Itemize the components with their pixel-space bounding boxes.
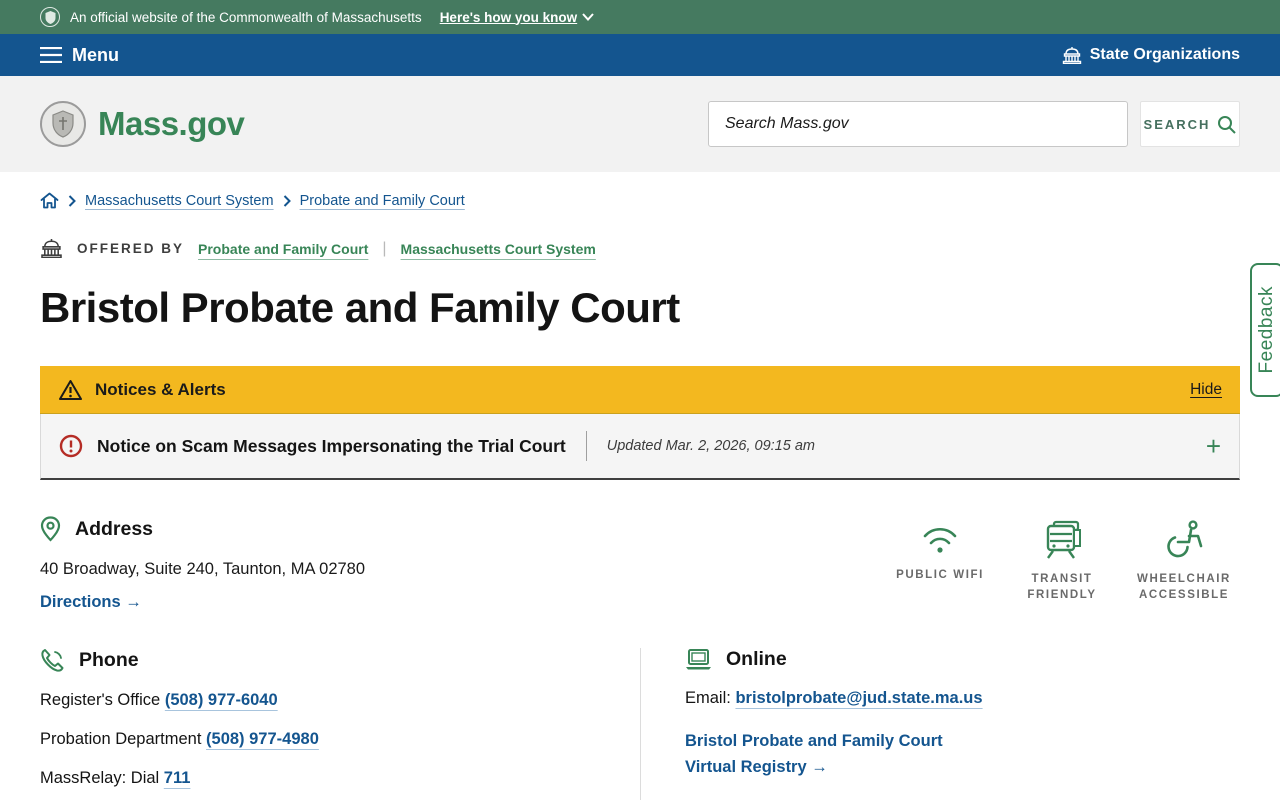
address-text: 40 Broadway, Suite 240, Taunton, MA 0278… [40, 560, 366, 578]
phone-link-registers-office[interactable]: (508) 977-6040 [165, 691, 278, 709]
breadcrumb-link-probate-family[interactable]: Probate and Family Court [300, 193, 465, 209]
feedback-label: Feedback [1256, 286, 1277, 374]
virtual-registry-line1: Bristol Probate and Family Court [685, 732, 943, 750]
address-block: Address 40 Broadway, Suite 240, Taunton,… [40, 516, 365, 612]
phone-row-label: MassRelay: Dial [40, 769, 160, 787]
wheelchair-icon [1167, 520, 1203, 558]
massgov-logo-text: Mass.gov [98, 105, 245, 142]
contact-section: Phone Register's Office (508) 977-6040 P… [40, 648, 1240, 800]
offered-by-link-court-system[interactable]: Massachusetts Court System [401, 241, 596, 257]
search-input[interactable] [708, 101, 1128, 147]
phone-link-probation-department[interactable]: (508) 977-4980 [206, 730, 319, 748]
online-block: Online Email: bristolprobate@jud.state.m… [640, 648, 1240, 800]
divider: | [382, 239, 387, 257]
virtual-registry-link[interactable]: Bristol Probate and Family Court Virtual… [685, 728, 1240, 781]
menu-button[interactable]: Menu [40, 45, 119, 66]
breadcrumb: Massachusetts Court System Probate and F… [40, 172, 1240, 209]
directions-link[interactable]: Directions → [40, 593, 142, 611]
amenity-label: PUBLIC WIFI [896, 569, 984, 581]
alert-notice-title: Notice on Scam Messages Impersonating th… [97, 435, 566, 456]
amenity-label: TRANSIT FRIENDLY [1027, 573, 1097, 601]
state-organizations-label: State Organizations [1089, 46, 1240, 63]
phone-heading: Phone [79, 649, 139, 671]
amenity-public-wifi: PUBLIC WIFI [884, 520, 996, 612]
map-pin-icon [40, 516, 61, 542]
state-seal-icon [40, 7, 60, 27]
phone-row: Probation Department (508) 977-4980 [40, 730, 640, 749]
feedback-tab[interactable]: Feedback [1250, 263, 1280, 397]
offered-by: OFFERED BY Probate and Family Court | Ma… [40, 239, 1240, 258]
amenity-label: WHEELCHAIR ACCESSIBLE [1137, 573, 1231, 601]
wifi-icon [923, 527, 957, 553]
offered-by-link-probate-family[interactable]: Probate and Family Court [198, 241, 368, 257]
massgov-seal-icon [40, 101, 86, 147]
chevron-right-icon [283, 194, 291, 207]
search-button-label: SEARCH [1143, 116, 1211, 132]
phone-block: Phone Register's Office (508) 977-6040 P… [40, 648, 640, 800]
warning-triangle-icon [59, 379, 82, 400]
heres-how-you-know-label: Here's how you know [439, 9, 578, 25]
hamburger-icon [40, 47, 62, 63]
capitol-icon [41, 239, 62, 258]
state-organizations-button[interactable]: State Organizations [1062, 46, 1240, 64]
phone-row: MassRelay: Dial 711 [40, 769, 640, 788]
alerts-header: Notices & Alerts Hide [40, 366, 1240, 414]
alerts-title: Notices & Alerts [95, 379, 226, 399]
menu-label: Menu [72, 44, 119, 65]
breadcrumb-link-court-system[interactable]: Massachusetts Court System [85, 193, 274, 209]
address-heading: Address [75, 517, 154, 540]
capitol-icon [1062, 46, 1081, 64]
virtual-registry-line2: Virtual Registry → [685, 758, 828, 777]
main-menubar: Menu State Organizations [0, 34, 1280, 76]
email-link[interactable]: bristolprobate@jud.state.ma.us [735, 689, 982, 707]
site-search: SEARCH [708, 101, 1240, 147]
alerts-hide-link[interactable]: Hide [1190, 381, 1222, 399]
email-label: Email: [685, 689, 731, 707]
location-section: Address 40 Broadway, Suite 240, Taunton,… [40, 516, 1240, 612]
alert-expand-button[interactable]: + [1206, 433, 1221, 459]
page-content: Massachusetts Court System Probate and F… [40, 172, 1240, 800]
phone-row: Register's Office (508) 977-6040 [40, 691, 640, 710]
email-row: Email: bristolprobate@jud.state.ma.us [685, 689, 1240, 708]
phone-row-label: Probation Department [40, 730, 202, 748]
laptop-icon [686, 649, 711, 670]
phone-link-massrelay[interactable]: 711 [164, 769, 191, 787]
phone-row-label: Register's Office [40, 691, 161, 709]
alert-notice-updated: Updated Mar. 2, 2026, 09:15 am [606, 438, 815, 454]
alert-circle-icon [59, 434, 83, 458]
site-header: Mass.gov SEARCH [0, 76, 1280, 172]
chevron-right-icon [68, 194, 76, 207]
transit-icon [1046, 520, 1081, 559]
official-banner-text: An official website of the Commonwealth … [70, 9, 422, 25]
online-heading: Online [726, 648, 787, 670]
massgov-logo[interactable]: Mass.gov [40, 101, 245, 147]
divider [585, 431, 587, 461]
amenities: PUBLIC WIFI TRANSIT FRIENDLY WHEELCHAIR … [884, 516, 1240, 612]
page-title: Bristol Probate and Family Court [40, 284, 680, 331]
alerts-panel: Notices & Alerts Hide Notice on Scam Mes… [40, 366, 1240, 480]
search-icon [1218, 115, 1237, 134]
amenity-transit-friendly: TRANSIT FRIENDLY [1006, 520, 1118, 612]
official-banner: An official website of the Commonwealth … [0, 0, 1280, 34]
heres-how-you-know-button[interactable]: Here's how you know [440, 10, 595, 25]
breadcrumb-home-link[interactable] [40, 192, 59, 209]
search-button[interactable]: SEARCH [1140, 101, 1240, 147]
amenity-wheelchair-accessible: WHEELCHAIR ACCESSIBLE [1128, 520, 1240, 612]
chevron-down-icon [582, 13, 594, 21]
offered-by-label: OFFERED BY [77, 241, 185, 256]
home-icon [40, 192, 59, 209]
alert-notice-row: Notice on Scam Messages Impersonating th… [40, 414, 1240, 480]
phone-icon [41, 649, 64, 672]
